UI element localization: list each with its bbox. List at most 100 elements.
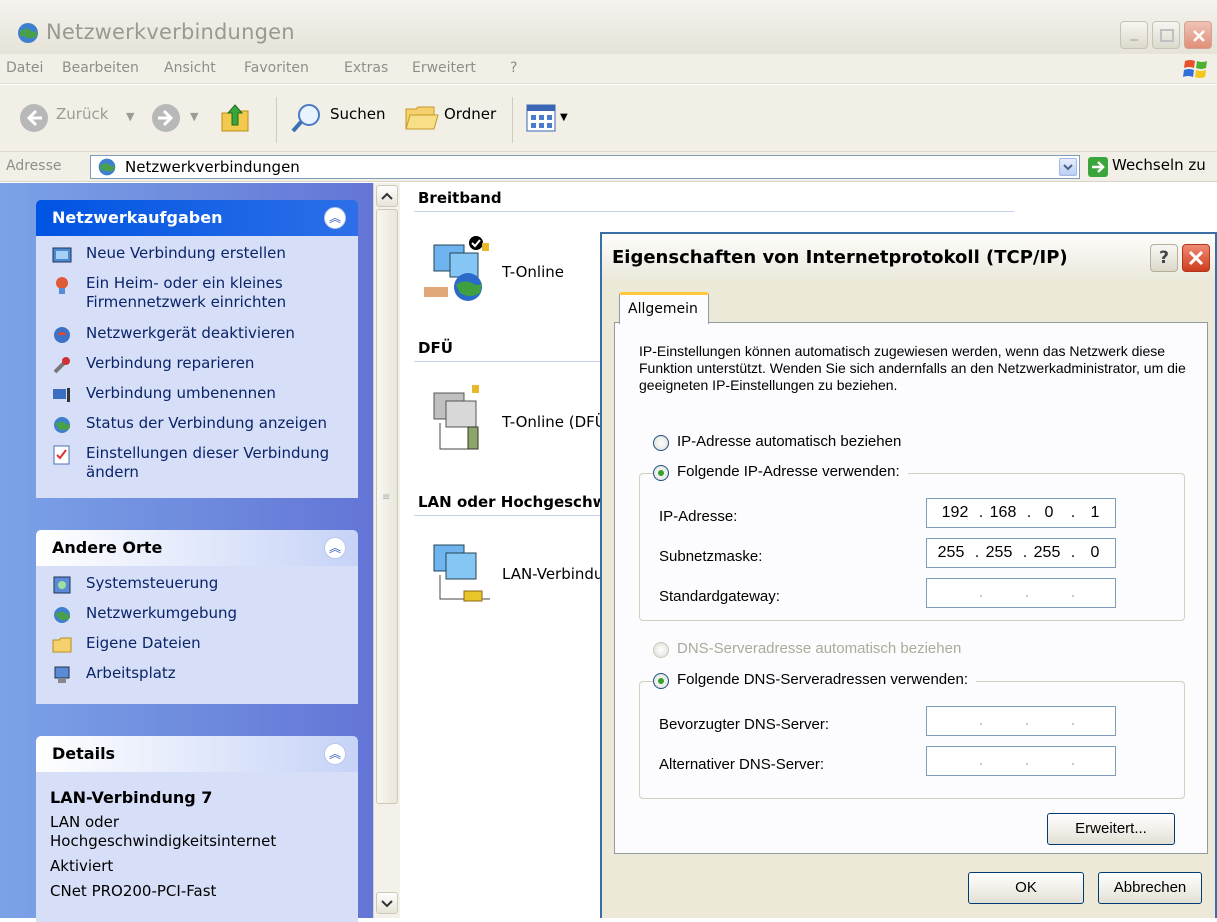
- menu-extras[interactable]: Extras: [344, 60, 388, 76]
- ip-dot: .: [974, 544, 980, 561]
- folders-label[interactable]: Ordner: [444, 105, 496, 123]
- minimize-icon: [1130, 39, 1138, 41]
- ip-dot: .: [1022, 544, 1028, 561]
- ok-button[interactable]: OK: [968, 872, 1084, 904]
- back-label[interactable]: Zurück: [56, 105, 108, 123]
- task-rename[interactable]: Verbindung umbenennen: [50, 384, 344, 414]
- group-header-lan: LAN oder Hochgeschw: [418, 493, 607, 511]
- alternate-dns-field[interactable]: . . .: [926, 746, 1116, 776]
- forward-dropdown-icon[interactable]: ▼: [190, 110, 198, 123]
- radio-button[interactable]: [653, 465, 669, 481]
- details-header[interactable]: Details ︽: [36, 736, 358, 772]
- dialog-help-button[interactable]: ?: [1150, 244, 1178, 272]
- ip-manual-radio[interactable]: Folgende IP-Adresse verwenden:: [653, 463, 908, 481]
- collapse-icon[interactable]: ︽: [324, 537, 346, 559]
- ip-auto-label: IP-Adresse automatisch beziehen: [677, 433, 902, 450]
- ip-manual-label: Folgende IP-Adresse verwenden:: [677, 463, 900, 480]
- group-header-broadband: Breitband: [418, 189, 502, 207]
- ip-dot: .: [978, 504, 984, 521]
- vertical-scrollbar[interactable]: ≡: [373, 183, 400, 918]
- subnet-mask-field[interactable]: 255 . 255 . 255 . 0: [926, 538, 1116, 568]
- task-disable-device[interactable]: Netzwerkgerät deaktivieren: [50, 324, 344, 354]
- views-icon[interactable]: [526, 104, 556, 132]
- toolbar: Zurück ▼ ▼ Suchen Ordner ▼: [0, 85, 1217, 152]
- back-dropdown-icon[interactable]: ▼: [126, 110, 134, 123]
- my-documents-icon: [52, 637, 72, 653]
- dns-manual-radio[interactable]: Folgende DNS-Serveradressen verwenden:: [653, 671, 976, 689]
- broadband-connection-icon[interactable]: [420, 235, 490, 305]
- place-label: Eigene Dateien: [86, 634, 201, 652]
- ip-octet: 192: [941, 504, 969, 521]
- dialog-close-button[interactable]: [1182, 244, 1210, 272]
- connection-t-online-dfue[interactable]: T-Online (DFÜ: [502, 413, 606, 431]
- advanced-button[interactable]: Erweitert...: [1047, 813, 1175, 845]
- collapse-icon[interactable]: ︽: [324, 207, 346, 229]
- details-panel: Details ︽ LAN-Verbindung 7 LAN oder Hoch…: [36, 736, 358, 922]
- task-home-network[interactable]: Ein Heim- oder ein kleines Firmennetzwer…: [50, 274, 344, 324]
- dns-auto-label: DNS-Serveradresse automatisch beziehen: [677, 640, 962, 657]
- task-new-connection[interactable]: Neue Verbindung erstellen: [50, 244, 344, 274]
- address-dropdown-button[interactable]: [1059, 158, 1077, 176]
- search-icon[interactable]: [290, 101, 324, 135]
- task-label: Netzwerkgerät deaktivieren: [86, 324, 295, 342]
- ip-octet: 0: [1044, 504, 1054, 521]
- place-control-panel[interactable]: Systemsteuerung: [50, 574, 344, 604]
- up-folder-icon[interactable]: [218, 99, 254, 135]
- place-my-computer[interactable]: Arbeitsplatz: [50, 664, 344, 694]
- chevron-down-icon: [381, 900, 393, 908]
- network-tasks-header[interactable]: Netzwerkaufgaben ︽: [36, 200, 358, 236]
- menu-ansicht[interactable]: Ansicht: [164, 60, 216, 76]
- dialup-connection-icon[interactable]: [420, 383, 490, 453]
- address-input[interactable]: Netzwerkverbindungen: [90, 155, 1080, 179]
- details-type: LAN oder Hochgeschwindigkeitsinternet: [50, 813, 277, 850]
- collapse-icon[interactable]: ︽: [324, 743, 346, 765]
- cancel-button[interactable]: Abbrechen: [1098, 872, 1202, 904]
- menu-erweitert[interactable]: Erweitert: [412, 60, 476, 76]
- lan-connection-icon[interactable]: [420, 537, 490, 607]
- close-button[interactable]: [1184, 21, 1212, 49]
- search-label[interactable]: Suchen: [330, 105, 386, 123]
- home-network-icon: [56, 277, 68, 294]
- place-my-documents[interactable]: Eigene Dateien: [50, 634, 344, 664]
- group-divider: [414, 211, 1014, 212]
- task-label: Status der Verbindung anzeigen: [86, 414, 327, 432]
- task-change-settings[interactable]: Einstellungen dieser Verbindung ändern: [50, 444, 344, 488]
- task-status[interactable]: Status der Verbindung anzeigen: [50, 414, 344, 444]
- scroll-down-button[interactable]: [376, 892, 398, 914]
- preferred-dns-field[interactable]: . . .: [926, 706, 1116, 736]
- radio-button[interactable]: [653, 435, 669, 451]
- place-label: Netzwerkumgebung: [86, 604, 238, 622]
- menu-bearbeiten[interactable]: Bearbeiten: [62, 60, 139, 76]
- go-arrow-icon[interactable]: [1088, 157, 1108, 177]
- connection-lan[interactable]: LAN-Verbindu: [502, 565, 603, 583]
- ip-octet: 255: [1033, 544, 1061, 561]
- tab-allgemein[interactable]: Allgemein: [619, 292, 709, 324]
- default-gateway-field[interactable]: . . .: [926, 578, 1116, 608]
- menu-favoriten[interactable]: Favoriten: [244, 60, 309, 76]
- details-body: LAN-Verbindung 7 LAN oder Hochgeschwindi…: [36, 772, 358, 922]
- disable-device-icon: [54, 327, 70, 343]
- connection-t-online[interactable]: T-Online: [502, 263, 564, 281]
- forward-arrow-icon[interactable]: [150, 102, 182, 134]
- other-places-title: Andere Orte: [52, 538, 163, 557]
- place-label: Arbeitsplatz: [86, 664, 176, 682]
- ip-dot: .: [1070, 544, 1076, 561]
- folders-icon[interactable]: [404, 101, 440, 135]
- menu-datei[interactable]: Datei: [6, 60, 43, 76]
- maximize-button[interactable]: [1152, 21, 1180, 49]
- ip-address-field[interactable]: 192 . 168 . 0 . 1: [926, 498, 1116, 528]
- ip-auto-radio[interactable]: IP-Adresse automatisch beziehen: [653, 433, 902, 451]
- menu-help[interactable]: ?: [510, 60, 517, 76]
- other-places-panel: Andere Orte ︽ Systemsteuerung Netzwerkum…: [36, 530, 358, 704]
- radio-button[interactable]: [653, 673, 669, 689]
- task-repair[interactable]: Verbindung reparieren: [50, 354, 344, 384]
- minimize-button[interactable]: [1120, 21, 1148, 49]
- scroll-thumb[interactable]: ≡: [376, 209, 398, 804]
- other-places-header[interactable]: Andere Orte ︽: [36, 530, 358, 566]
- views-dropdown-icon[interactable]: ▼: [560, 112, 568, 123]
- place-network-places[interactable]: Netzwerkumgebung: [50, 604, 344, 634]
- back-arrow-icon[interactable]: [18, 102, 50, 134]
- scroll-up-button[interactable]: [376, 185, 398, 207]
- go-button[interactable]: Wechseln zu: [1112, 156, 1206, 174]
- task-label: Neue Verbindung erstellen: [86, 244, 286, 262]
